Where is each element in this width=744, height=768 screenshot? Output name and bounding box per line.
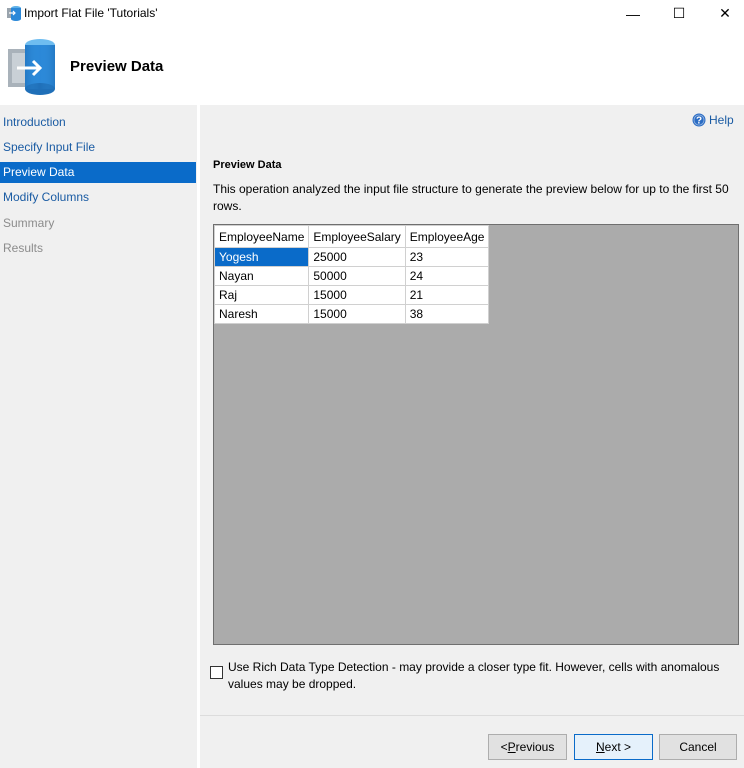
help-link[interactable]: ? Help bbox=[692, 113, 734, 127]
rich-data-type-detection-checkbox[interactable] bbox=[210, 666, 223, 679]
window-title: Import Flat File 'Tutorials' bbox=[24, 6, 158, 20]
page-title: Preview Data bbox=[70, 58, 164, 75]
rich-data-type-detection-label[interactable]: Use Rich Data Type Detection - may provi… bbox=[228, 659, 730, 693]
table-cell[interactable]: 24 bbox=[404, 266, 490, 286]
section-title: Preview Data bbox=[213, 159, 282, 171]
table-cell[interactable]: 15000 bbox=[308, 304, 406, 324]
table-cell[interactable]: 15000 bbox=[308, 285, 406, 305]
next-mnemonic: N bbox=[595, 740, 605, 754]
table-cell[interactable]: 38 bbox=[404, 304, 490, 324]
preview-grid[interactable]: EmployeeName EmployeeSalary EmployeeAge … bbox=[213, 224, 739, 645]
database-import-icon bbox=[8, 39, 55, 95]
svg-text:?: ? bbox=[696, 116, 702, 127]
previous-mnemonic: P bbox=[507, 740, 516, 754]
column-header-employeeage[interactable]: EmployeeAge bbox=[404, 225, 490, 248]
table-cell[interactable]: Raj bbox=[213, 285, 310, 305]
maximize-button[interactable]: ☐ bbox=[656, 0, 702, 27]
wizard-header: Preview Data bbox=[0, 27, 744, 105]
table-cell[interactable]: 23 bbox=[404, 247, 490, 267]
minimize-button[interactable]: — bbox=[610, 0, 656, 27]
next-button[interactable]: Next > bbox=[574, 734, 653, 760]
title-bar: Import Flat File 'Tutorials' — ☐ ✕ bbox=[0, 0, 744, 27]
description-text: This operation analyzed the input file s… bbox=[213, 182, 729, 213]
table-row: Naresh 15000 38 bbox=[213, 304, 490, 324]
table-header-row: EmployeeName EmployeeSalary EmployeeAge bbox=[213, 225, 490, 248]
table-row: Nayan 50000 24 bbox=[213, 266, 490, 286]
column-header-employeesalary[interactable]: EmployeeSalary bbox=[308, 225, 406, 248]
table-cell[interactable]: Yogesh bbox=[213, 247, 310, 267]
table-cell[interactable]: 50000 bbox=[308, 266, 406, 286]
nav-item-results: Results bbox=[3, 241, 44, 255]
previous-prefix: < bbox=[500, 740, 508, 754]
nav-item-summary: Summary bbox=[3, 216, 55, 230]
close-button[interactable]: ✕ bbox=[702, 0, 744, 27]
previous-rest: revious bbox=[515, 740, 555, 754]
nav-item-modify-columns[interactable]: Modify Columns bbox=[0, 187, 196, 208]
help-label[interactable]: Help bbox=[709, 113, 734, 127]
table-cell[interactable]: Naresh bbox=[213, 304, 310, 324]
table-cell[interactable]: Nayan bbox=[213, 266, 310, 286]
wizard-navigation: Introduction Specify Input File Preview … bbox=[0, 105, 197, 768]
table-row: Raj 15000 21 bbox=[213, 285, 490, 305]
wizard-footer: < Previous Next > Cancel bbox=[200, 715, 744, 768]
table-cell[interactable]: 21 bbox=[404, 285, 490, 305]
nav-item-preview-data[interactable]: Preview Data bbox=[0, 162, 196, 183]
help-icon: ? bbox=[692, 113, 706, 127]
previous-button[interactable]: < Previous bbox=[488, 734, 567, 760]
main-panel: ? Help Preview Data This operation analy… bbox=[200, 105, 744, 715]
nav-item-introduction[interactable]: Introduction bbox=[0, 112, 196, 133]
nav-item-specify-input-file[interactable]: Specify Input File bbox=[0, 137, 196, 158]
sql-server-icon bbox=[7, 6, 21, 21]
cancel-button[interactable]: Cancel bbox=[659, 734, 737, 760]
preview-table: EmployeeName EmployeeSalary EmployeeAge … bbox=[213, 225, 490, 324]
rich-data-type-detection-option[interactable]: Use Rich Data Type Detection - may provi… bbox=[210, 659, 730, 693]
next-rest: ext > bbox=[604, 740, 632, 754]
column-header-employeename[interactable]: EmployeeName bbox=[213, 225, 310, 248]
table-cell[interactable]: 25000 bbox=[308, 247, 406, 267]
table-row: Yogesh 25000 23 bbox=[213, 247, 490, 267]
